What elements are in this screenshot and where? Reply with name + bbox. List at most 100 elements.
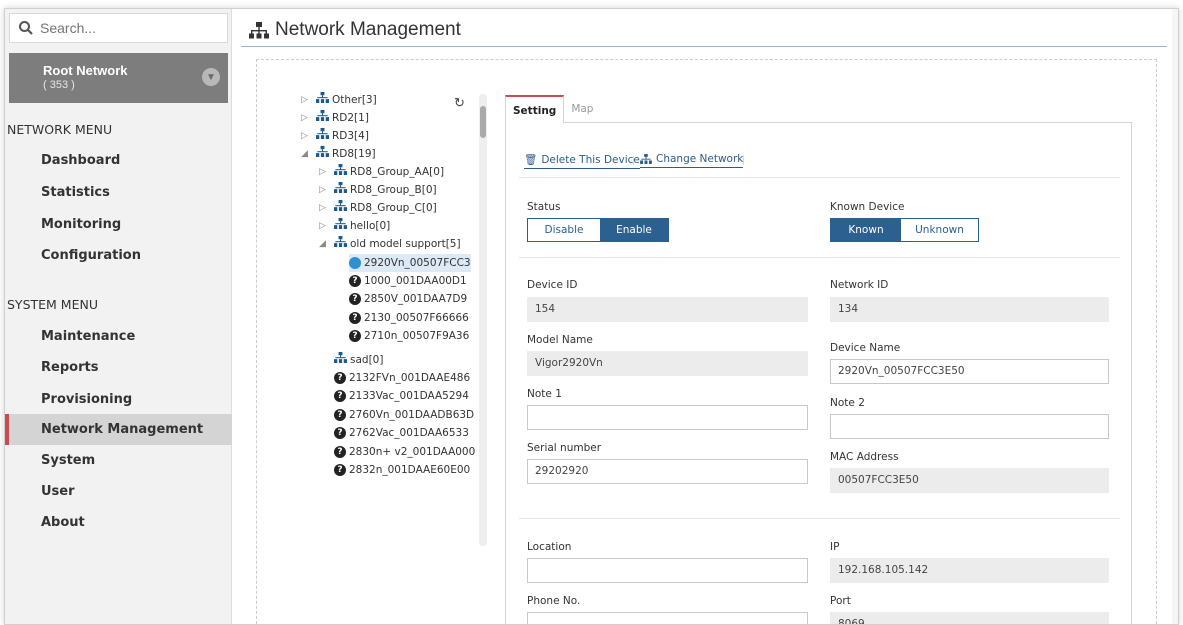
tree-device[interactable]: ? 2760Vn_001DAADB63D <box>334 406 474 424</box>
expand-toggle-icon[interactable]: ▷ <box>301 91 311 109</box>
expand-toggle-icon[interactable]: ▷ <box>319 163 329 181</box>
note2-label: Note 2 <box>830 397 865 409</box>
tree-group[interactable]: ▷ RD8_Group_AA[0] <box>319 163 444 181</box>
expand-toggle-icon[interactable]: ▷ <box>319 217 329 235</box>
location-input[interactable] <box>527 558 808 583</box>
tree-item-label: RD8_Group_B[0] <box>350 184 437 196</box>
divider <box>519 257 1120 258</box>
tree-scrollbar-thumb[interactable] <box>480 106 486 138</box>
port-label: Port <box>830 595 851 607</box>
tree-device[interactable]: 2920Vn_00507FCC3 <box>349 254 471 272</box>
tree-group[interactable]: ▷ RD8_Group_B[0] <box>319 181 437 199</box>
menu-item-user[interactable]: User <box>5 476 232 507</box>
tree-device[interactable]: ? 2132FVn_001DAAE486 <box>334 369 470 387</box>
disable-button[interactable]: Disable <box>528 219 600 241</box>
page-scrollbar[interactable] <box>1172 9 1178 624</box>
root-network-count: ( 353 ) <box>43 79 75 91</box>
location-label: Location <box>527 541 572 553</box>
network-icon <box>249 21 269 38</box>
tree-device[interactable]: ? 2710n_00507F9A36 <box>349 327 469 345</box>
menu-item-system[interactable]: System <box>5 445 232 476</box>
tree-item-label: 2760Vn_001DAADB63D <box>349 409 475 421</box>
serial-number-input[interactable]: 29202920 <box>527 459 808 484</box>
tree-group[interactable]: ◢ RD8[19] <box>301 145 376 163</box>
network-icon <box>334 351 350 369</box>
menu-item-reports[interactable]: Reports <box>5 352 232 383</box>
device-id-label: Device ID <box>527 279 578 291</box>
phone-label: Phone No. <box>527 595 581 607</box>
tree-item-label: RD3[4] <box>332 130 369 142</box>
tree-device[interactable]: ? 1000_001DAA00D1 <box>349 272 467 290</box>
note1-input[interactable] <box>527 405 808 430</box>
tab-map[interactable]: Map <box>564 95 601 123</box>
tree-group[interactable]: ▷ RD2[1] <box>301 109 369 127</box>
network-tree: ▷ Other[3] ▷ RD2[1] ▷ RD3[4] ◢ RD8[19] ▷ RD8_Grou… <box>301 89 487 541</box>
expand-toggle-icon[interactable]: ◢ <box>301 145 311 163</box>
tab-setting[interactable]: Setting <box>505 95 565 123</box>
tree-group[interactable]: ◢ old model support[5] <box>319 235 461 253</box>
port-field: 8069 <box>830 612 1109 624</box>
network-id-field: 134 <box>830 297 1109 322</box>
note2-input[interactable] <box>830 414 1109 439</box>
search-icon <box>19 21 33 35</box>
change-network-link[interactable]: Change Network <box>640 153 744 168</box>
tree-group[interactable]: ▷ hello[0] <box>319 217 390 235</box>
phone-input[interactable] <box>527 612 808 624</box>
search-box[interactable] <box>9 13 228 43</box>
enable-button[interactable]: Enable <box>600 219 668 241</box>
tree-item-label: 2132FVn_001DAAE486 <box>349 372 471 384</box>
tree-device[interactable]: ? 2762Vac_001DAA6533 <box>334 424 469 442</box>
expand-toggle-icon[interactable]: ▷ <box>319 181 329 199</box>
tree-item-label: 2710n_00507F9A36 <box>364 330 470 342</box>
tree-item-label: 2832n_001DAAE60E00 <box>349 464 471 476</box>
menu-item-network-management[interactable]: Network Management <box>5 414 232 445</box>
menu-item-maintenance[interactable]: Maintenance <box>5 321 232 352</box>
app-window: Root Network ( 353 ) ▼ NETWORK MENU Dash… <box>4 8 1179 625</box>
tree-scrollbar[interactable] <box>479 94 487 546</box>
network-icon <box>334 217 350 235</box>
expand-toggle-icon[interactable]: ◢ <box>319 235 329 253</box>
divider <box>519 518 1120 519</box>
ip-field: 192.168.105.142 <box>830 558 1109 583</box>
menu-item-provisioning[interactable]: Provisioning <box>5 384 232 415</box>
network-icon <box>640 154 652 164</box>
device-name-label: Device Name <box>830 342 901 354</box>
root-network-selector[interactable]: Root Network ( 353 ) ▼ <box>9 53 228 103</box>
expand-toggle-icon[interactable]: ▷ <box>319 199 329 217</box>
search-input[interactable] <box>40 20 220 36</box>
tree-device[interactable]: ? 2830n+ v2_001DAA000 <box>334 443 475 461</box>
tree-group[interactable]: ▷ Other[3] <box>301 91 377 109</box>
tree-group[interactable]: sad[0] <box>334 351 383 369</box>
expand-toggle-icon[interactable]: ▷ <box>301 127 311 145</box>
known-device-toggle[interactable]: Known Unknown <box>830 218 979 242</box>
network-menu-title: NETWORK MENU <box>7 122 113 137</box>
status-toggle[interactable]: Disable Enable <box>527 218 669 242</box>
menu-item-statistics[interactable]: Statistics <box>5 177 232 208</box>
chevron-down-icon[interactable]: ▼ <box>202 68 220 86</box>
tree-device[interactable]: ? 2130_00507F66666 <box>349 309 469 327</box>
change-network-label: Change Network <box>656 153 744 165</box>
menu-item-about[interactable]: About <box>5 507 232 538</box>
unknown-button[interactable]: Unknown <box>901 219 978 241</box>
menu-item-configuration[interactable]: Configuration <box>5 240 232 271</box>
delete-device-link[interactable]: 🗑 Delete This Device <box>524 153 640 169</box>
expand-toggle-icon[interactable]: ▷ <box>301 109 311 127</box>
tree-item-label: 2130_00507F66666 <box>364 312 469 324</box>
page-title-text: Network Management <box>275 19 461 40</box>
tree-device[interactable]: ? 2133Vac_001DAA5294 <box>334 387 469 405</box>
tree-device[interactable]: ? 2850V_001DAA7D9 <box>349 290 467 308</box>
tree-group[interactable]: ▷ RD8_Group_C[0] <box>319 199 437 217</box>
unknown-device-icon: ? <box>349 330 361 342</box>
menu-item-monitoring[interactable]: Monitoring <box>5 209 232 240</box>
unknown-device-icon: ? <box>349 293 361 305</box>
action-separator: | <box>742 155 745 166</box>
known-button[interactable]: Known <box>831 219 901 241</box>
device-name-input[interactable]: 2920Vn_00507FCC3E50 <box>830 359 1109 384</box>
refresh-icon[interactable]: ↻ <box>454 95 465 111</box>
serial-number-label: Serial number <box>527 442 602 454</box>
known-device-label: Known Device <box>830 201 905 213</box>
tree-group[interactable]: ▷ RD3[4] <box>301 127 369 145</box>
tree-device[interactable]: ? 2832n_001DAAE60E00 <box>334 461 470 479</box>
menu-item-dashboard[interactable]: Dashboard <box>5 145 232 176</box>
tree-item-label: 1000_001DAA00D1 <box>364 275 467 287</box>
